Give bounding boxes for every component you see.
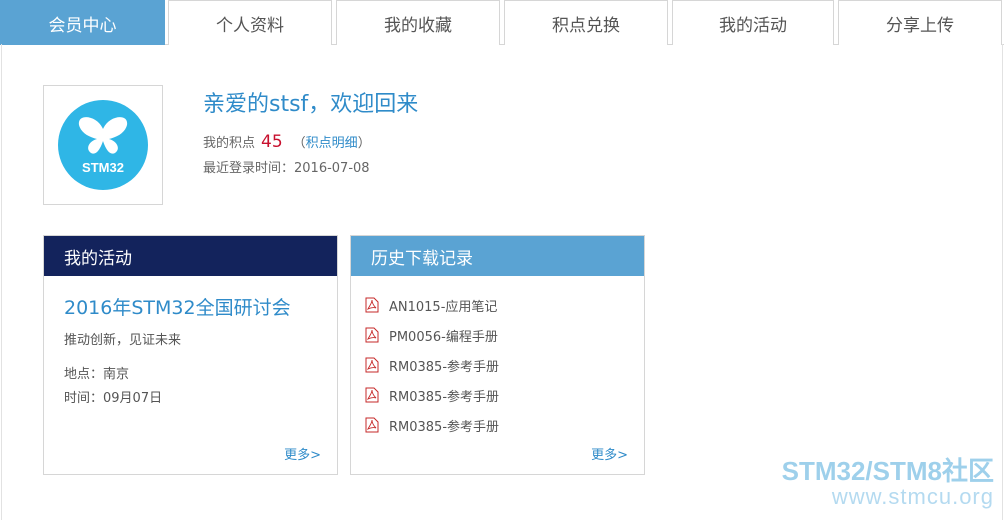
welcome-greeting: 亲爱的stsf，欢迎回来: [203, 92, 419, 117]
event-location: 地点：南京: [64, 367, 130, 382]
panel-title: 我的活动: [44, 236, 337, 276]
my-activities-panel: 我的活动 2016年STM32全国研讨会 推动创新，见证未来 地点：南京 时间：…: [43, 235, 338, 475]
event-subtitle: 推动创新，见证未来: [64, 333, 182, 348]
points-line: 我的积点 45 （积点明细）: [203, 132, 371, 152]
downloads-more-link[interactable]: 更多>: [591, 444, 628, 463]
watermark-title: STM32/STM8社区: [781, 456, 994, 486]
pdf-icon: [365, 297, 379, 313]
member-tabs: 会员中心 个人资料 我的收藏 积点兑换 我的活动 分享上传: [0, 0, 1004, 45]
tab-profile[interactable]: 个人资料: [168, 0, 332, 45]
tab-favorites[interactable]: 我的收藏: [336, 0, 500, 45]
points-detail: （积点明细）: [293, 132, 371, 151]
avatar-logo-text: STM32: [82, 160, 124, 175]
tab-points-exchange[interactable]: 积点兑换: [504, 0, 668, 45]
tab-member-center[interactable]: 会员中心: [0, 0, 165, 45]
download-history-panel: 历史下载记录 AN1015-应用笔记 PM0056-编程手册 RM0385-参考…: [350, 235, 645, 475]
tab-my-activities[interactable]: 我的活动: [672, 0, 834, 45]
panel-title: 历史下载记录: [351, 236, 644, 276]
list-item[interactable]: RM0385-参考手册: [365, 380, 499, 410]
list-item[interactable]: RM0385-参考手册: [365, 350, 499, 380]
site-watermark: STM32/STM8社区 www.stmcu.org: [782, 458, 994, 508]
download-item-label: RM0385-参考手册: [389, 419, 500, 435]
watermark-url: www.stmcu.org: [831, 484, 994, 509]
download-item-label: RM0385-参考手册: [389, 359, 500, 375]
points-label: 我的积点: [203, 136, 256, 151]
points-detail-link[interactable]: 积点明细: [306, 136, 358, 151]
last-login-time: 最近登录时间：2016-07-08: [203, 161, 370, 176]
event-time: 时间：09月07日: [64, 391, 163, 406]
pdf-icon: [365, 357, 379, 373]
pdf-icon: [365, 387, 379, 403]
activities-more-link[interactable]: 更多>: [284, 444, 321, 463]
points-value: 45: [261, 132, 283, 152]
download-item-label: RM0385-参考手册: [389, 389, 500, 405]
list-item[interactable]: AN1015-应用笔记: [365, 290, 499, 320]
stm32-butterfly-logo: STM32: [58, 100, 148, 190]
list-item[interactable]: RM0385-参考手册: [365, 410, 499, 440]
pdf-icon: [365, 417, 379, 433]
download-item-label: PM0056-编程手册: [389, 329, 498, 345]
list-item[interactable]: PM0056-编程手册: [365, 320, 499, 350]
avatar[interactable]: STM32: [43, 85, 163, 205]
points-detail-close: ）: [357, 136, 371, 151]
event-title-link[interactable]: 2016年STM32全国研讨会: [64, 293, 291, 320]
download-item-label: AN1015-应用笔记: [389, 299, 498, 315]
points-detail-open: （: [292, 136, 306, 151]
tab-share-upload[interactable]: 分享上传: [838, 0, 1002, 45]
download-list: AN1015-应用笔记 PM0056-编程手册 RM0385-参考手册 RM03…: [365, 290, 499, 440]
pdf-icon: [365, 327, 379, 343]
